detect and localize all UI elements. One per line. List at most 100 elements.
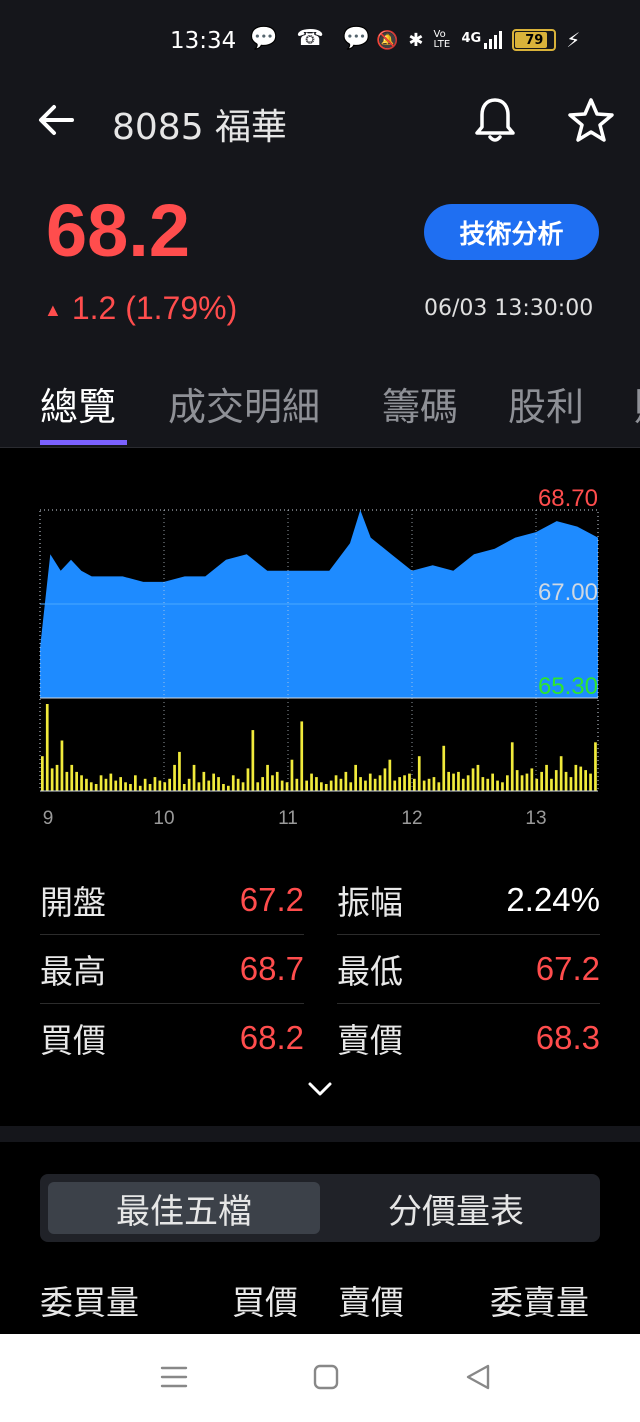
status-bar: 13:34 💬 ☎ 💬 🔕 ✱ Vo LTE 4G 79 ⚡: [0, 0, 640, 86]
volume-bar: [89, 782, 93, 791]
back-nav-icon[interactable]: [464, 1362, 492, 1392]
signal-bars: [484, 31, 503, 49]
volume-bar: [94, 784, 98, 791]
volume-bar: [212, 773, 215, 791]
volume-bar: [153, 777, 157, 791]
stat-low: 最低 67.2: [337, 935, 600, 1004]
volume-bar: [148, 784, 152, 791]
volume-bar: [124, 782, 127, 791]
volume-bar: [383, 768, 387, 791]
app-header: 8085 福華: [0, 86, 640, 156]
y-tick-label: 67.00: [538, 579, 598, 606]
volume-bar: [119, 777, 122, 791]
header-bid-volume: 委買量: [40, 1283, 139, 1322]
stat-value: 2.24%: [506, 881, 600, 918]
x-tick-label: 10: [153, 808, 174, 829]
volume-bar: [359, 777, 362, 791]
volume-bar: [305, 780, 308, 791]
volume-bar: [403, 775, 406, 791]
volume-bar: [202, 771, 206, 791]
volume-bar: [114, 780, 118, 791]
intraday-chart[interactable]: 68.70 67.00 65.30 9 10 11 12 13: [0, 470, 640, 840]
x-tick-label: 9: [43, 808, 54, 829]
volume-bar: [427, 778, 431, 791]
volume-bar: [246, 768, 250, 791]
volume-bar: [99, 775, 103, 791]
tab-financials[interactable]: 財: [634, 376, 640, 431]
volume-bar: [398, 777, 401, 791]
volume-bar: [554, 770, 558, 791]
volume-bar: [373, 778, 377, 791]
volume-bar: [364, 780, 367, 791]
back-arrow-icon[interactable]: [36, 100, 76, 140]
stat-value: 67.2: [239, 881, 304, 918]
stat-label: 開盤: [40, 883, 106, 922]
volume-bar: [192, 764, 196, 791]
section-divider: [0, 1126, 640, 1142]
tab-dividends[interactable]: 股利: [508, 376, 584, 431]
stat-high: 最高 68.7: [40, 935, 304, 1004]
volume-bar: [207, 780, 211, 791]
volume-bar: [300, 721, 304, 791]
volume-bar: [182, 784, 186, 791]
volume-bar: [413, 778, 416, 791]
volume-bar: [432, 777, 436, 791]
volume-bar: [491, 773, 494, 791]
volume-bar: [45, 704, 49, 791]
last-price: 68.2: [46, 189, 191, 272]
volume-bar: [104, 778, 108, 791]
stat-label: 最高: [40, 952, 106, 991]
volume-bar: [290, 759, 294, 791]
volume-bar: [266, 764, 269, 791]
bell-icon[interactable]: [472, 96, 518, 144]
volume-bar: [457, 771, 460, 791]
volume-bar: [334, 775, 338, 791]
volume-bar: [310, 773, 313, 791]
volume-bar: [41, 756, 44, 791]
menu-icon[interactable]: [160, 1362, 188, 1392]
technical-analysis-button[interactable]: 技術分析: [424, 204, 599, 260]
volume-bar: [143, 778, 147, 791]
system-nav-bar: [0, 1334, 640, 1422]
volume-bar: [129, 784, 132, 791]
volume-bar: [569, 777, 573, 791]
volume-bar: [559, 756, 563, 791]
segment-price-volume[interactable]: 分價量表: [320, 1182, 592, 1234]
volume-bar: [574, 764, 578, 791]
volume-bar: [388, 759, 392, 791]
network-label: 4G: [461, 31, 482, 46]
y-tick-label: 68.70: [538, 485, 598, 512]
bluetooth-icon: ✱: [408, 29, 424, 51]
volume-bar: [442, 745, 446, 791]
notification-icons: 💬 ☎ 💬: [250, 26, 377, 51]
volume-bar: [280, 780, 284, 791]
volume-bar: [481, 777, 485, 791]
volume-bar: [241, 782, 245, 791]
home-icon[interactable]: [312, 1362, 340, 1392]
tab-trade-details[interactable]: 成交明細: [168, 376, 320, 431]
tab-overview[interactable]: 總覽: [40, 376, 116, 431]
volume-bar: [271, 775, 274, 791]
chevron-down-icon[interactable]: [304, 1074, 336, 1104]
volume-bar: [50, 768, 54, 791]
star-icon[interactable]: [566, 96, 616, 144]
volume-bar: [222, 784, 225, 791]
header-ask-volume: 委賣量: [490, 1283, 589, 1322]
volume-bar: [138, 785, 142, 791]
tab-chips[interactable]: 籌碼: [382, 376, 458, 431]
stat-ask: 賣價 68.3: [337, 1004, 600, 1072]
volume-bar: [354, 764, 357, 791]
volume-bar: [109, 773, 113, 791]
order-book-toggle: 最佳五檔 分價量表: [40, 1174, 600, 1242]
volume-bar: [217, 777, 220, 791]
volume-bar: [134, 775, 137, 791]
volume-bar: [329, 780, 333, 791]
volume-bar: [261, 777, 264, 791]
volume-bar: [70, 764, 74, 791]
segment-best-five[interactable]: 最佳五檔: [48, 1182, 320, 1234]
volume-bar: [60, 740, 64, 791]
stat-label: 振幅: [337, 883, 403, 922]
volume-bar: [540, 771, 543, 791]
4g-signal-icon: 4G: [462, 31, 503, 49]
volume-bar: [324, 784, 328, 791]
